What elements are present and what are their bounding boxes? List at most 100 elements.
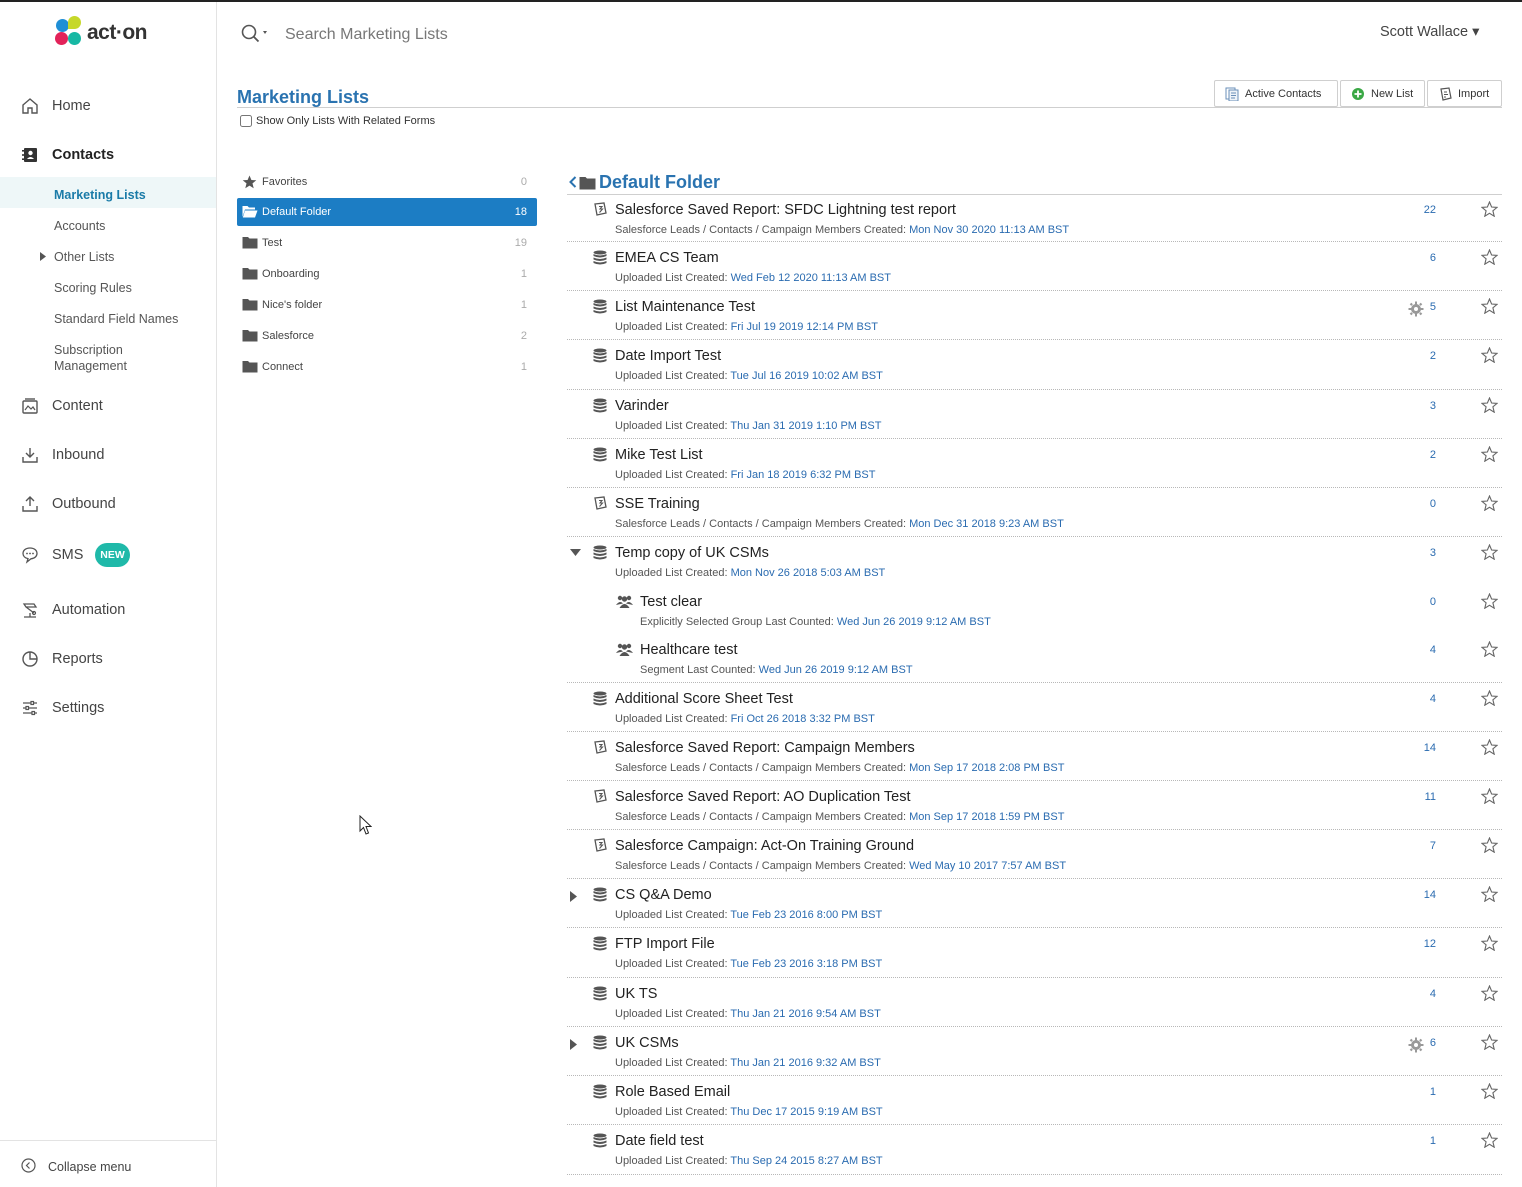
favorite-star-icon[interactable] — [1481, 593, 1498, 609]
list-name[interactable]: Test clear — [640, 594, 702, 610]
list-count[interactable]: 6 — [1430, 252, 1436, 264]
list-name[interactable]: Salesforce Campaign: Act-On Training Gro… — [615, 838, 914, 854]
favorite-star-icon[interactable] — [1481, 495, 1498, 511]
sidebar-item-marketing-lists[interactable]: Marketing Lists — [0, 177, 216, 208]
favorite-star-icon[interactable] — [1481, 298, 1498, 314]
nav-contacts[interactable]: Contacts — [0, 140, 216, 170]
list-count[interactable]: 7 — [1430, 840, 1436, 852]
favorite-star-icon[interactable] — [1481, 690, 1498, 706]
chevron-left-icon[interactable] — [569, 172, 577, 193]
list-row[interactable]: Salesforce Campaign: Act-On Training Gro… — [567, 831, 1502, 879]
list-name[interactable]: EMEA CS Team — [615, 250, 719, 266]
list-name[interactable]: CS Q&A Demo — [615, 887, 712, 903]
nav-reports[interactable]: Reports — [0, 644, 216, 674]
caret-down-icon[interactable] — [570, 549, 581, 556]
list-row[interactable]: Mike Test List Uploaded List Created: Fri… — [567, 440, 1502, 488]
list-count[interactable]: 4 — [1430, 988, 1436, 1000]
nav-home[interactable]: Home — [0, 91, 216, 121]
sidebar-item-subscription-management[interactable]: Subscription Management — [0, 334, 216, 376]
favorite-star-icon[interactable] — [1481, 249, 1498, 265]
list-row[interactable]: List Maintenance Test Uploaded List Creat… — [567, 292, 1502, 340]
favorite-star-icon[interactable] — [1481, 935, 1498, 951]
nav-automation[interactable]: Automation — [0, 595, 216, 625]
search-icon[interactable] — [241, 24, 273, 49]
active-contacts-button[interactable]: Active Contacts — [1214, 80, 1338, 107]
list-row[interactable]: Additional Score Sheet Test Uploaded List… — [567, 684, 1502, 732]
list-count[interactable]: 3 — [1430, 400, 1436, 412]
sidebar-item-other-lists[interactable]: Other Lists — [0, 241, 216, 271]
list-count[interactable]: 0 — [1430, 498, 1436, 510]
favorite-star-icon[interactable] — [1481, 1083, 1498, 1099]
list-row[interactable]: Varinder Uploaded List Created: Thu Jan 3… — [567, 391, 1502, 439]
list-row[interactable]: FTP Import File Uploaded List Created: Tu… — [567, 929, 1502, 978]
list-row[interactable]: Date Import Test Uploaded List Created: T… — [567, 341, 1502, 390]
user-menu[interactable]: Scott Wallace ▾ — [1380, 24, 1479, 40]
list-row[interactable]: Temp copy of UK CSMs Uploaded List Create… — [567, 538, 1502, 586]
list-name[interactable]: Varinder — [615, 398, 669, 414]
favorite-star-icon[interactable] — [1481, 1034, 1498, 1050]
list-count[interactable]: 5 — [1430, 301, 1436, 313]
new-list-button[interactable]: New List — [1340, 80, 1425, 107]
list-row[interactable]: Role Based Email Uploaded List Created: T… — [567, 1077, 1502, 1125]
list-name[interactable]: Salesforce Saved Report: Campaign Member… — [615, 740, 915, 756]
list-name[interactable]: Temp copy of UK CSMs — [615, 545, 769, 561]
caret-right-icon[interactable] — [570, 1039, 577, 1050]
list-count[interactable]: 6 — [1430, 1037, 1436, 1049]
favorite-star-icon[interactable] — [1481, 201, 1498, 217]
list-row[interactable]: Salesforce Saved Report: SFDC Lightning … — [567, 195, 1502, 242]
list-count[interactable]: 1 — [1430, 1086, 1436, 1098]
folder-connect[interactable]: Connect 1 — [237, 353, 537, 381]
caret-right-icon[interactable] — [570, 891, 577, 902]
list-name[interactable]: Date field test — [615, 1133, 704, 1149]
folder-test[interactable]: Test 19 — [237, 229, 537, 257]
list-name[interactable]: FTP Import File — [615, 936, 715, 952]
list-row[interactable]: SSE Training Salesforce Leads / Contacts … — [567, 489, 1502, 537]
favorite-star-icon[interactable] — [1481, 886, 1498, 902]
import-button[interactable]: Import — [1427, 80, 1502, 107]
list-row[interactable]: UK CSMs Uploaded List Created: Thu Jan 21… — [567, 1028, 1502, 1076]
favorite-star-icon[interactable] — [1481, 397, 1498, 413]
list-count[interactable]: 22 — [1424, 204, 1436, 216]
sidebar-item-accounts[interactable]: Accounts — [0, 210, 216, 240]
list-count[interactable]: 4 — [1430, 644, 1436, 656]
list-name[interactable]: UK CSMs — [615, 1035, 679, 1051]
sidebar-item-scoring-rules[interactable]: Scoring Rules — [0, 272, 216, 302]
favorite-star-icon[interactable] — [1481, 788, 1498, 804]
favorite-star-icon[interactable] — [1481, 985, 1498, 1001]
folder-default-folder[interactable]: Default Folder 18 — [237, 198, 537, 226]
nav-inbound[interactable]: Inbound — [0, 440, 216, 470]
list-row-child[interactable]: Healthcare test Segment Last Counted: Wed… — [567, 635, 1502, 683]
favorite-star-icon[interactable] — [1481, 1132, 1498, 1148]
list-count[interactable]: 0 — [1430, 596, 1436, 608]
list-row[interactable]: EMEA CS Team Uploaded List Created: Wed F… — [567, 243, 1502, 291]
list-count[interactable]: 2 — [1430, 350, 1436, 362]
related-forms-filter[interactable]: Show Only Lists With Related Forms — [240, 115, 435, 127]
list-row[interactable]: Salesforce Saved Report: AO Duplication … — [567, 782, 1502, 830]
list-row[interactable]: CS Q&A Demo Uploaded List Created: Tue Fe… — [567, 880, 1502, 928]
list-name[interactable]: List Maintenance Test — [615, 299, 755, 315]
list-name[interactable]: Salesforce Saved Report: AO Duplication … — [615, 789, 911, 805]
nav-outbound[interactable]: Outbound — [0, 489, 216, 519]
list-name[interactable]: Additional Score Sheet Test — [615, 691, 793, 707]
folder-favorites[interactable]: Favorites 0 — [237, 168, 537, 196]
sidebar-item-standard-field-names[interactable]: Standard Field Names — [0, 303, 216, 333]
list-name[interactable]: Role Based Email — [615, 1084, 730, 1100]
list-name[interactable]: Date Import Test — [615, 348, 721, 364]
collapse-menu-button[interactable]: Collapse menu — [0, 1140, 216, 1187]
act-on-logo[interactable]: act·on — [53, 16, 148, 49]
list-count[interactable]: 12 — [1424, 938, 1436, 950]
list-count[interactable]: 1 — [1430, 1135, 1436, 1147]
list-name[interactable]: Salesforce Saved Report: SFDC Lightning … — [615, 202, 956, 218]
list-count[interactable]: 14 — [1424, 742, 1436, 754]
nav-content[interactable]: Content — [0, 391, 216, 421]
list-row[interactable]: Date field test Uploaded List Created: Th… — [567, 1126, 1502, 1175]
gear-icon[interactable] — [1408, 1037, 1424, 1053]
folder-nices-folder[interactable]: Nice's folder 1 — [237, 291, 537, 319]
list-row[interactable]: Salesforce Saved Report: Campaign Member… — [567, 733, 1502, 781]
list-name[interactable]: Mike Test List — [615, 447, 703, 463]
list-row-child[interactable]: Test clear Explicitly Selected Group Last… — [567, 587, 1502, 634]
list-row[interactable]: UK TS Uploaded List Created: Thu Jan 21 2… — [567, 979, 1502, 1027]
folder-onboarding[interactable]: Onboarding 1 — [237, 260, 537, 288]
nav-settings[interactable]: Settings — [0, 693, 216, 723]
list-count[interactable]: 4 — [1430, 693, 1436, 705]
